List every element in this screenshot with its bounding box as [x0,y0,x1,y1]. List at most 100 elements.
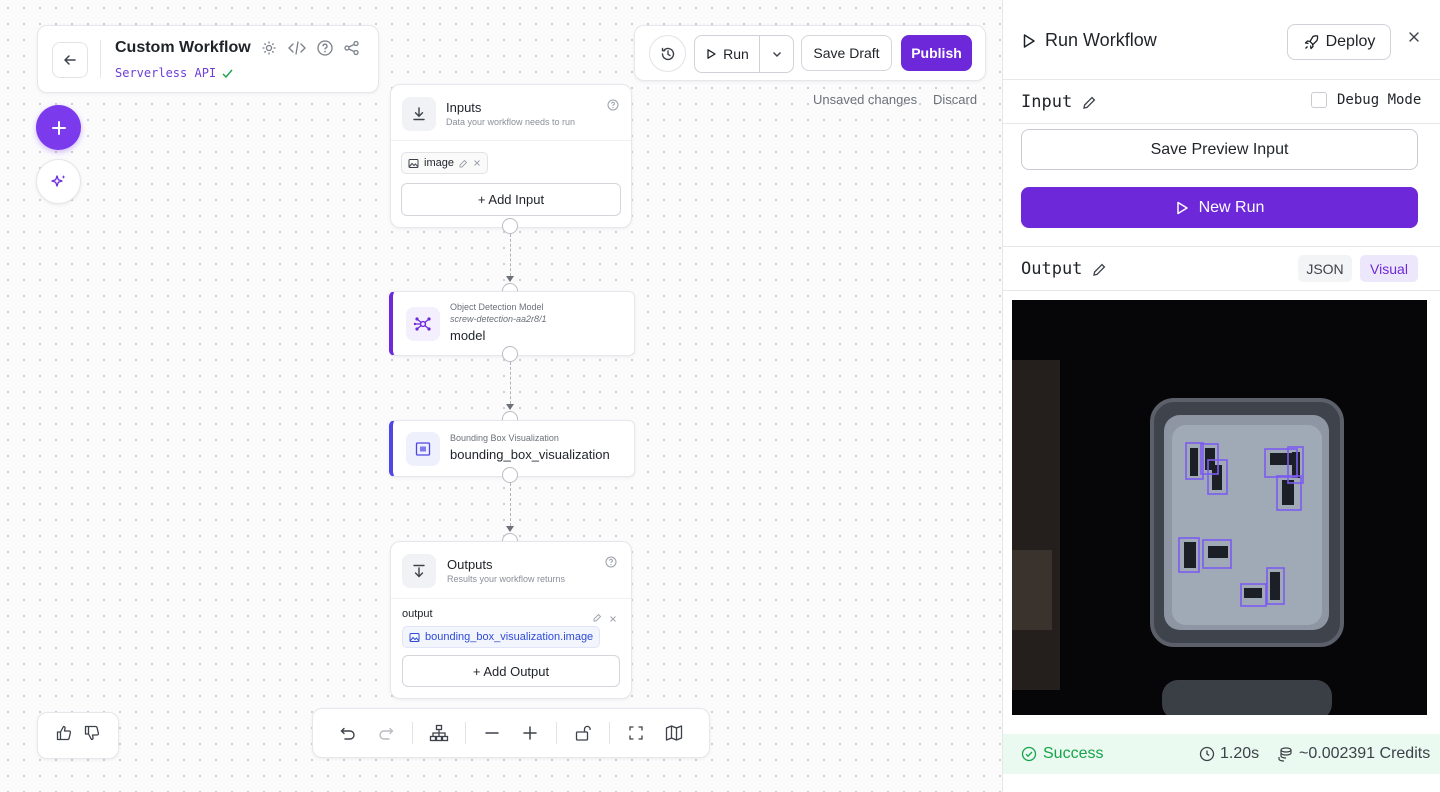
status-text: Success [1043,745,1104,762]
help-icon[interactable] [316,39,334,57]
output-chip[interactable]: bounding_box_visualization.image [402,626,601,648]
credits-text: ~0.002391 Credits [1299,745,1431,762]
zoom-out-button[interactable] [473,713,511,753]
new-run-button[interactable]: New Run [1021,187,1418,228]
deploy-button[interactable]: Deploy [1287,24,1391,60]
discard-link[interactable]: Discard [933,92,977,107]
lock-button[interactable] [564,713,602,753]
undo-icon [340,727,355,740]
add-output-button[interactable]: + Add Output [402,655,620,687]
outputs-node[interactable]: Outputs Results your workflow returns ou… [390,541,632,699]
run-button[interactable]: Run [695,36,760,72]
rocket-icon [1304,34,1318,49]
run-panel: Run Workflow Deploy Input Debug Mode Sav… [1002,0,1440,792]
model-graph-icon [406,307,440,341]
node-connector[interactable] [502,346,518,362]
history-icon [661,47,674,60]
pencil-icon [1083,96,1096,109]
run-credits: ~0.002391 Credits [1277,745,1430,763]
run-status-bar: Success 1.20s ~0.002391 Credits [1003,734,1440,774]
minus-icon [485,732,499,734]
divider [556,722,558,744]
output-label: Output [1021,259,1083,279]
pencil-icon [1093,263,1106,276]
edge-line [510,483,511,526]
node-name: model [450,328,486,343]
edit-icon [459,159,468,167]
check-icon [222,69,233,78]
deployment-type: Serverless API [115,66,217,80]
settings-icon[interactable] [260,39,278,57]
status-success: Success [1021,745,1103,763]
image-icon [408,158,419,168]
node-connector[interactable] [502,467,518,483]
workflow-title[interactable]: Custom Workflow [115,39,251,57]
output-chip-label: bounding_box_visualization.image [425,631,594,643]
play-icon [707,49,716,59]
node-connector[interactable] [502,218,518,234]
undo-button[interactable] [329,713,367,753]
redo-icon [379,727,394,740]
debug-mode-toggle[interactable]: Debug Mode [1311,92,1421,108]
save-draft-button[interactable]: Save Draft [801,35,892,71]
minimap-button[interactable] [655,713,693,753]
input-chip-image[interactable]: image [401,152,488,174]
redo-button[interactable] [367,713,405,753]
node-name: bounding_box_visualization [450,447,610,462]
node-subtitle: Results your workflow returns [447,574,566,584]
add-input-button[interactable]: + Add Input [401,183,621,216]
run-duration: 1.20s [1199,745,1259,763]
play-icon [1176,201,1188,214]
download-icon [402,97,436,131]
close-icon[interactable] [1407,30,1421,49]
thumbs-up-icon[interactable] [55,724,73,747]
output-name: output [402,608,433,620]
run-options-button[interactable] [760,36,793,72]
arrow-left-icon [64,55,76,65]
divider [609,722,610,744]
debug-checkbox[interactable] [1311,92,1327,108]
plus-icon [523,726,537,740]
divider [1003,123,1440,124]
edit-icon[interactable] [593,609,602,627]
output-icon [402,554,436,588]
fit-view-button[interactable] [617,713,655,753]
close-icon[interactable] [609,610,617,628]
help-icon[interactable] [607,98,619,116]
divider [100,40,101,78]
zoom-in-button[interactable] [511,713,549,753]
divider [465,722,466,744]
divider [1003,246,1440,247]
run-label: Run [723,46,749,62]
node-title: Inputs [446,100,482,115]
run-split-button: Run [694,35,794,73]
help-icon[interactable] [605,555,617,573]
inputs-node[interactable]: Inputs Data your workflow needs to run i… [390,84,632,228]
add-block-button[interactable] [36,105,81,150]
unsaved-changes-text: Unsaved changes [813,92,918,107]
node-title: Outputs [447,557,493,572]
thumbs-down-icon[interactable] [83,724,101,747]
workflow-subtitle: Serverless API [115,66,234,80]
history-button[interactable] [649,35,686,72]
canvas-toolbar [312,708,710,758]
coins-icon [1278,747,1292,762]
save-preview-input-button[interactable]: Save Preview Input [1021,129,1418,170]
workflow-header: Custom Workflow Serverless API [37,25,379,93]
input-chip-label: image [424,157,454,169]
visual-view-tab[interactable]: Visual [1360,255,1418,282]
node-type-label: Object Detection Model [450,302,544,312]
json-view-tab[interactable]: JSON [1298,255,1352,282]
ai-assist-button[interactable] [36,159,81,204]
back-button[interactable] [52,42,88,78]
sparkles-icon [50,174,65,187]
divider [1003,290,1440,291]
publish-button[interactable]: Publish [901,35,972,71]
edge-arrow [506,526,514,532]
image-icon [409,632,420,642]
share-icon[interactable] [343,39,361,57]
node-type-label: Bounding Box Visualization [450,433,559,443]
code-icon[interactable] [287,39,307,57]
auto-layout-button[interactable] [420,713,458,753]
node-subtitle: Data your workflow needs to run [446,117,576,127]
